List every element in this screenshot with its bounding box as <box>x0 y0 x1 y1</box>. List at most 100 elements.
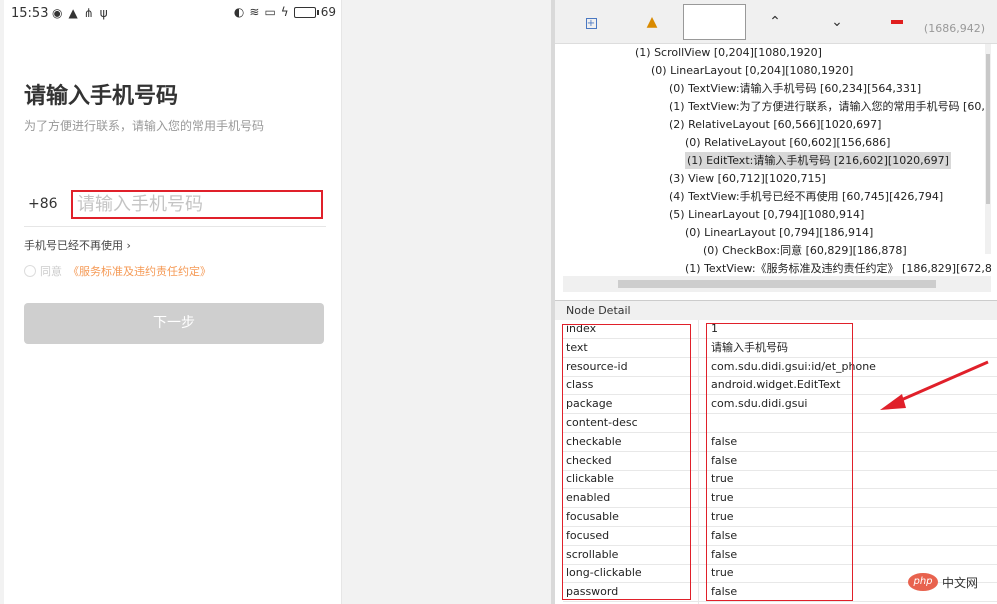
screenshot-button[interactable] <box>683 4 746 40</box>
detail-key: checkable <box>566 434 622 448</box>
coordinate-readout: (1686,942) <box>923 22 985 35</box>
detail-key: text <box>566 340 588 354</box>
device-screen: 15:53 ◉ ▲ ⋔ ψ ◐ ≋ ▭ ϟ 69 请输入手机号码 为了方便进行联… <box>4 0 342 604</box>
chevron-right-icon: › <box>126 239 131 252</box>
tree-horizontal-scroll-thumb[interactable] <box>618 280 936 288</box>
detail-value: true <box>711 566 734 580</box>
share-icon: ⋔ <box>83 6 94 20</box>
detail-row: scrollable false <box>563 546 997 565</box>
detail-row: enabled true <box>563 489 997 509</box>
detail-row: focusable true <box>563 508 997 527</box>
detail-key: password <box>566 585 619 599</box>
tree-node[interactable]: (0) CheckBox:同意 [60,829][186,878] <box>703 242 907 259</box>
tree-node[interactable]: (1) EditText:请输入手机号码 [216,602][1020,697] <box>685 152 951 169</box>
detail-row: text 请输入手机号码 <box>563 339 997 358</box>
detail-value: android.widget.EditText <box>711 378 841 392</box>
detail-key: enabled <box>566 491 611 505</box>
tree-node[interactable]: (1) TextView:《服务标准及违约责任约定》 [186,829][672… <box>685 260 991 277</box>
php-logo: php <box>908 573 938 591</box>
toggle-nodes-button[interactable] <box>883 8 911 36</box>
hierarchy-tree: (1) TextView:《服务标准及违约责任约定》 [186,829][672… <box>563 44 991 294</box>
detail-key: content-desc <box>566 416 638 429</box>
detail-value: false <box>711 453 738 467</box>
page-subtitle: 为了方便进行联系，请输入您的常用手机号码 <box>24 119 265 133</box>
detail-row: index 1 <box>563 320 997 339</box>
detail-row: checked false <box>563 452 997 471</box>
tree-node[interactable]: (3) View [60,712][1020,715] <box>669 170 826 187</box>
detail-value: com.sdu.didi.gsui <box>711 397 808 411</box>
wechat-icon: ◉ <box>52 6 63 20</box>
usb-icon: ψ <box>99 6 108 20</box>
detail-key: class <box>566 378 594 392</box>
status-icons-left: ◉ ▲ ⋔ ψ <box>52 6 108 20</box>
detail-value: true <box>711 472 734 486</box>
tree-node[interactable]: (1) TextView:为了方便进行联系，请输入您的常用手机号码 [60,36… <box>669 98 991 115</box>
detail-key: checked <box>566 453 612 467</box>
input-underline <box>24 226 326 227</box>
previous-node-button[interactable]: ⌃ <box>761 8 789 36</box>
agree-checkbox[interactable] <box>24 265 36 277</box>
battery-percent: 69 <box>320 5 336 19</box>
tree-horizontal-scrollbar[interactable] <box>563 276 991 292</box>
tree-node[interactable]: (1) ScrollView [0,204][1080,1920] <box>635 44 822 61</box>
detail-value: false <box>711 585 738 599</box>
tree-node[interactable]: (0) LinearLayout [0,204][1080,1920] <box>651 62 853 79</box>
minus-icon <box>891 20 903 24</box>
country-code-selector[interactable]: +86 <box>28 196 58 212</box>
detail-key: focused <box>566 528 610 542</box>
battery-icon <box>293 6 319 18</box>
detail-value: com.sdu.didi.gsui:id/et_phone <box>711 359 876 373</box>
warning-button[interactable]: ▲ <box>638 8 666 36</box>
chevron-up-icon: ⌃ <box>769 14 781 30</box>
next-button[interactable]: 下一步 <box>24 303 324 344</box>
detail-value: false <box>711 434 738 448</box>
detail-row: focused false <box>563 527 997 546</box>
status-bar: 15:53 ◉ ▲ ⋔ ψ ◐ ≋ ▭ ϟ 69 <box>4 0 342 28</box>
tree-node[interactable]: (0) LinearLayout [0,794][186,914] <box>685 224 873 241</box>
status-icons-right: ◐ ≋ ▭ ϟ 69 <box>234 5 336 19</box>
detail-row: checkable false <box>563 433 997 452</box>
detail-key: index <box>566 322 597 335</box>
detail-row: clickable true <box>563 470 997 490</box>
warning-icon: ▲ <box>646 14 658 30</box>
detail-key: long-clickable <box>566 566 642 580</box>
agreement-row: 同意 《服务标准及违约责任约定》 <box>24 263 211 279</box>
detail-row: content-desc <box>563 414 997 433</box>
tree-node[interactable]: (0) RelativeLayout [60,602][156,686] <box>685 134 890 151</box>
screen-root: 15:53 ◉ ▲ ⋔ ψ ◐ ≋ ▭ ϟ 69 请输入手机号码 为了方便进行联… <box>0 0 997 604</box>
number-not-in-use-label: 手机号已经不再使用 <box>24 239 123 252</box>
detail-value: false <box>711 528 738 542</box>
detail-key: package <box>566 397 613 411</box>
chevron-down-icon: ⌄ <box>831 14 843 30</box>
expand-all-button[interactable]: + <box>577 8 605 36</box>
detail-value: 请输入手机号码 <box>711 340 788 354</box>
detail-value: false <box>711 547 738 561</box>
agree-label: 同意 <box>40 265 62 278</box>
uiautomator-inspector: + ▲ ⌃ ⌄ (1686,942) (1) TextView:《服务标准及违约… <box>555 0 997 604</box>
number-not-in-use-link[interactable]: 手机号已经不再使用 › <box>24 237 131 253</box>
terms-link[interactable]: 《服务标准及违约责任约定》 <box>68 263 211 279</box>
inspector-toolbar: + ▲ ⌃ ⌄ (1686,942) <box>555 0 997 44</box>
page-title: 请输入手机号码 <box>24 84 179 109</box>
alert-icon: ▲ <box>68 6 78 20</box>
tree-vertical-scrollbar[interactable] <box>985 44 991 254</box>
watermark: php 中文网 <box>908 573 978 591</box>
detail-key: focusable <box>566 510 619 523</box>
detail-key: scrollable <box>566 547 619 561</box>
watermark-text: 中文网 <box>942 575 979 590</box>
next-node-button[interactable]: ⌄ <box>823 8 851 36</box>
status-time: 15:53 <box>11 6 49 21</box>
detail-value: 1 <box>711 322 718 335</box>
tree-vertical-scroll-thumb[interactable] <box>986 54 990 204</box>
tree-node[interactable]: (2) RelativeLayout [60,566][1020,697] <box>669 116 881 133</box>
tree-node[interactable]: (5) LinearLayout [0,794][1080,914] <box>669 206 864 223</box>
tree-node[interactable]: (0) TextView:请输入手机号码 [60,234][564,331] <box>669 80 921 97</box>
phone-input-highlight <box>71 190 323 219</box>
detail-key: clickable <box>566 472 614 486</box>
wifi-icon: ≋ <box>249 5 260 19</box>
phone-number-input[interactable] <box>73 192 321 217</box>
annotation-arrow-icon <box>880 360 989 410</box>
tree-node[interactable]: (4) TextView:手机号已经不再使用 [60,745][426,794] <box>669 188 943 205</box>
node-detail-header: Node Detail <box>555 300 997 320</box>
nfc-icon: ◐ <box>233 5 245 19</box>
